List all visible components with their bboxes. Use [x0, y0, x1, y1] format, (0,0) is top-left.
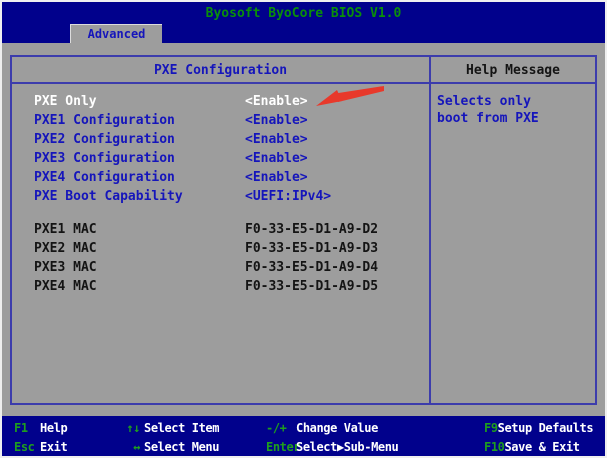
bios-title: Byosoft ByoCore BIOS V1.0: [2, 2, 605, 24]
hint-key: ↑↓: [102, 419, 140, 438]
mac-label: PXE3 MAC: [34, 258, 245, 277]
hint-item: Esc Exit: [14, 438, 102, 457]
hint-label: Help: [40, 419, 67, 438]
hint-label: Select▶Sub-Menu: [296, 438, 398, 457]
setting-row[interactable]: PXE2 Configuration <Enable>: [12, 130, 429, 149]
setting-value: <Enable>: [245, 130, 429, 149]
bios-screen: Byosoft ByoCore BIOS V1.0 Advanced PXE C…: [0, 0, 607, 458]
hint-key: Esc: [14, 438, 34, 457]
tab-advanced[interactable]: Advanced: [70, 24, 162, 43]
hint-label: Select Menu: [144, 438, 219, 457]
setting-row[interactable]: PXE4 Configuration <Enable>: [12, 168, 429, 187]
mac-row: PXE4 MAC F0-33-E5-D1-A9-D5: [12, 277, 429, 296]
hint-item: F10 Save & Exit: [484, 438, 605, 457]
hint-key: F9: [484, 419, 498, 438]
setting-row[interactable]: PXE Only <Enable>: [12, 92, 429, 111]
help-header: Help Message: [431, 57, 595, 84]
setting-value: <Enable>: [245, 92, 429, 111]
setting-label: PXE Boot Capability: [34, 187, 245, 206]
hint-item: ↔ Select Menu: [102, 438, 266, 457]
mac-label: PXE4 MAC: [34, 277, 245, 296]
help-column: Help Message Selects only boot from PXE: [429, 57, 595, 403]
setting-label: PXE4 Configuration: [34, 168, 245, 187]
hint-item: F9 Setup Defaults: [484, 419, 605, 438]
help-text: Selects only boot from PXE: [437, 93, 569, 127]
mac-value: F0-33-E5-D1-A9-D4: [245, 258, 429, 277]
setting-value: <Enable>: [245, 149, 429, 168]
setting-value: <Enable>: [245, 168, 429, 187]
setting-label: PXE1 Configuration: [34, 111, 245, 130]
hint-key: F10: [484, 438, 504, 457]
settings-column: PXE Configuration PXE Only <Enable> PXE1…: [12, 57, 429, 403]
hint-label: Save & Exit: [504, 438, 579, 457]
setting-value: <UEFI:IPv4>: [245, 187, 429, 206]
setting-row[interactable]: PXE1 Configuration <Enable>: [12, 111, 429, 130]
setting-label: PXE2 Configuration: [34, 130, 245, 149]
hint-item: Enter Select▶Sub-Menu: [266, 438, 484, 457]
mac-list: PXE1 MAC F0-33-E5-D1-A9-D2 PXE2 MAC F0-3…: [12, 220, 429, 296]
mac-label: PXE2 MAC: [34, 239, 245, 258]
content-area: PXE Configuration PXE Only <Enable> PXE1…: [2, 43, 605, 416]
tab-row: Advanced: [2, 24, 605, 43]
mac-row: PXE3 MAC F0-33-E5-D1-A9-D4: [12, 258, 429, 277]
hint-label: Setup Defaults: [498, 419, 594, 438]
help-body: Selects only boot from PXE: [431, 84, 595, 127]
setting-row[interactable]: PXE Boot Capability <UEFI:IPv4>: [12, 187, 429, 206]
setting-label: PXE3 Configuration: [34, 149, 245, 168]
hint-key: F1: [14, 419, 34, 438]
mac-row: PXE2 MAC F0-33-E5-D1-A9-D3: [12, 239, 429, 258]
hint-row-1: F1 Help ↑↓ Select Item -/+ Change Value …: [2, 419, 605, 438]
hint-label: Change Value: [296, 419, 378, 438]
hint-row-2: Esc Exit ↔ Select Menu Enter Select▶Sub-…: [2, 438, 605, 457]
setting-value: <Enable>: [245, 111, 429, 130]
hint-key: -/+: [266, 419, 292, 438]
hint-item: -/+ Change Value: [266, 419, 484, 438]
settings-header: PXE Configuration: [12, 57, 429, 84]
hint-label: Exit: [40, 438, 67, 457]
hint-item: F1 Help: [14, 419, 102, 438]
settings-list: PXE Only <Enable> PXE1 Configuration <En…: [12, 92, 429, 206]
hint-key: ↔: [102, 438, 140, 457]
settings-body: PXE Only <Enable> PXE1 Configuration <En…: [12, 84, 429, 403]
mac-value: F0-33-E5-D1-A9-D3: [245, 239, 429, 258]
hint-item: ↑↓ Select Item: [102, 419, 266, 438]
mac-value: F0-33-E5-D1-A9-D2: [245, 220, 429, 239]
hint-key: Enter: [266, 438, 292, 457]
list-spacer: [12, 206, 429, 220]
setting-row[interactable]: PXE3 Configuration <Enable>: [12, 149, 429, 168]
hint-bar: F1 Help ↑↓ Select Item -/+ Change Value …: [2, 416, 605, 456]
mac-label: PXE1 MAC: [34, 220, 245, 239]
main-panel: PXE Configuration PXE Only <Enable> PXE1…: [10, 55, 597, 405]
setting-label: PXE Only: [34, 92, 245, 111]
mac-value: F0-33-E5-D1-A9-D5: [245, 277, 429, 296]
hint-label: Select Item: [144, 419, 219, 438]
mac-row: PXE1 MAC F0-33-E5-D1-A9-D2: [12, 220, 429, 239]
